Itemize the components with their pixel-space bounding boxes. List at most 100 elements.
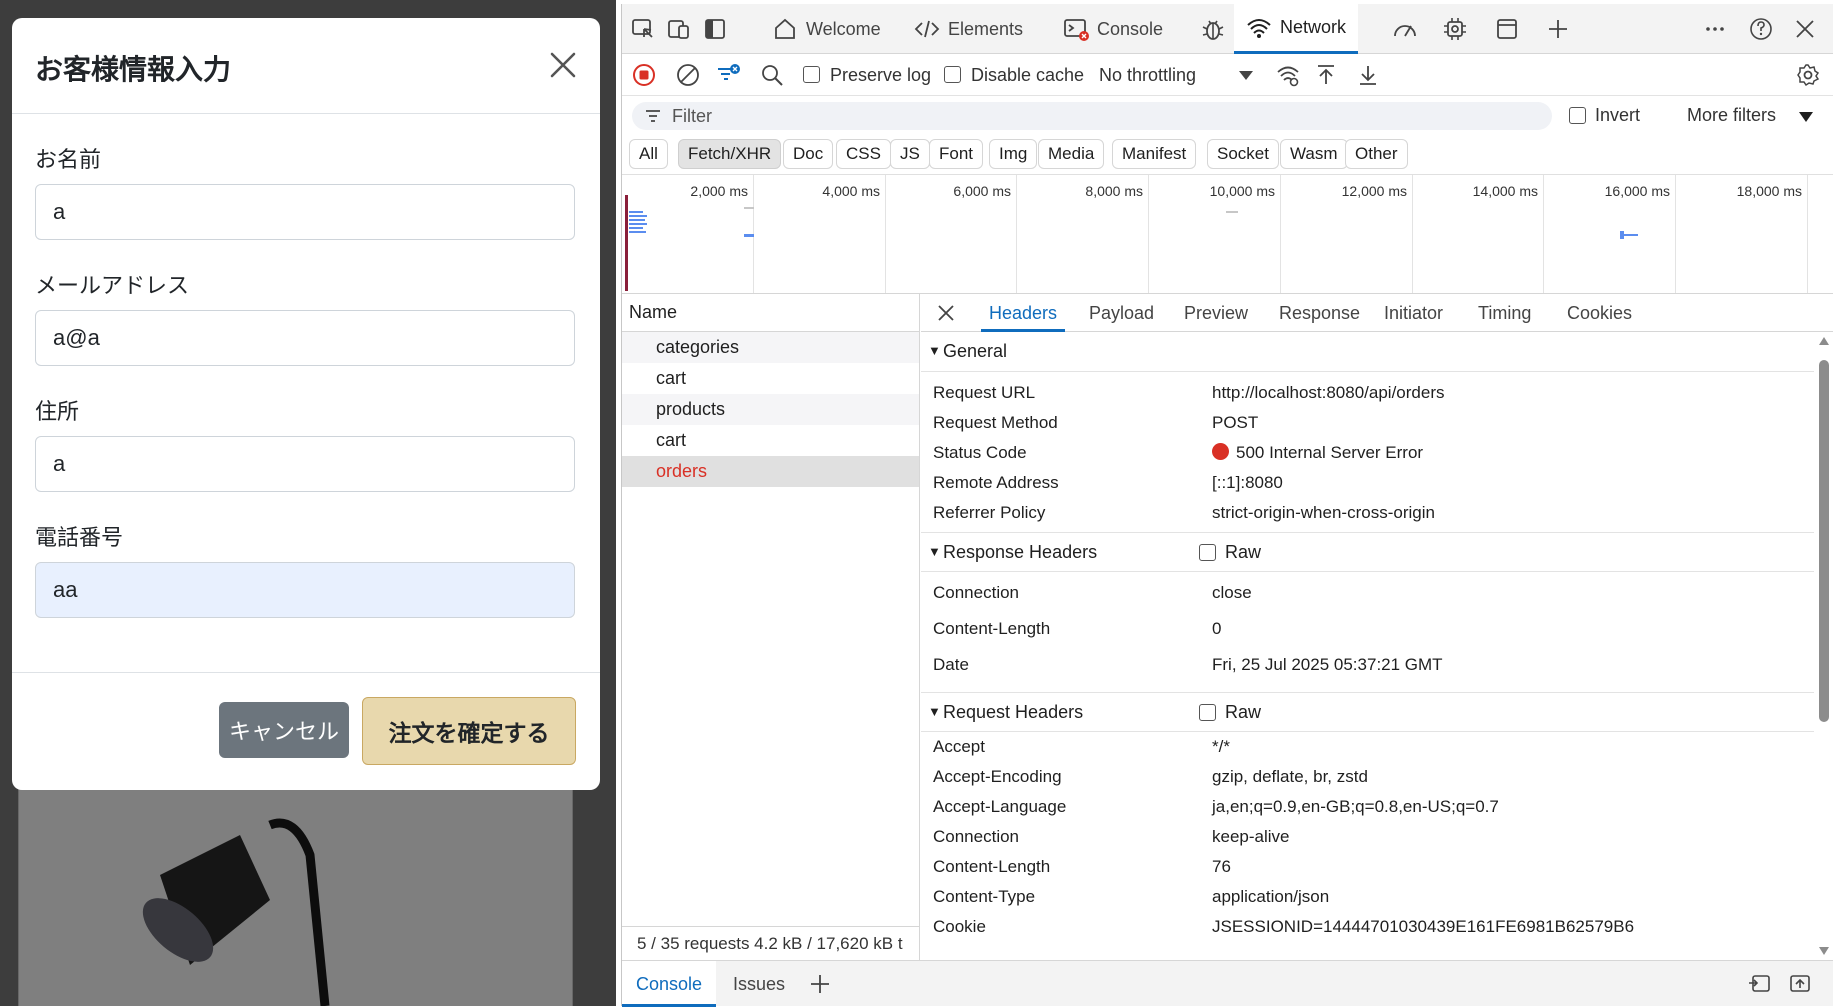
add-tab-icon[interactable] [1545,16,1571,42]
raw-checkbox[interactable] [1199,543,1216,561]
type-img[interactable]: Img [989,139,1038,169]
requests-summary: 5 / 35 requests 4.2 kB / 17,620 kB t [622,926,920,960]
type-doc[interactable]: Doc [783,139,834,169]
header-value: application/json [1212,887,1330,906]
network-conditions-icon[interactable] [1276,63,1300,87]
drawer-tab-console[interactable]: Console [622,961,717,1007]
header-key: Connection [933,827,1020,846]
phone-field[interactable] [35,562,575,618]
more-options-icon[interactable] [1702,16,1728,42]
type-all[interactable]: All [629,139,668,169]
scroll-up-icon[interactable] [1818,336,1830,346]
search-icon[interactable] [760,63,784,87]
performance-icon[interactable] [1392,16,1418,42]
close-icon[interactable] [937,304,955,322]
throttling-select[interactable]: No throttling [1099,65,1196,86]
type-font[interactable]: Font [929,139,984,169]
tab-payload[interactable]: Payload [1089,294,1154,332]
gear-icon[interactable] [1796,63,1820,87]
header-key: Referrer Policy [933,503,1046,522]
email-field[interactable] [35,310,575,366]
header-key: Accept-Encoding [933,767,1062,786]
network-toolbar: Preserve log Disable cache No throttling [622,54,1833,96]
request-headers-title: Request Headers [943,702,1084,722]
request-row-products[interactable]: products [622,394,919,425]
type-other[interactable]: Other [1345,139,1408,169]
scrollbar-thumb[interactable] [1819,360,1829,722]
request-row-cart[interactable]: cart [622,425,919,456]
device-emulation-icon[interactable] [666,16,692,42]
header-row: Status Code 500 Internal Server Error [921,438,1833,468]
tab-console-label: Console [1097,18,1164,39]
tab-network[interactable]: Network [1234,4,1359,54]
close-devtools-icon[interactable] [1792,16,1818,42]
bug-icon[interactable] [1200,16,1226,42]
triangle-down-icon: ▼ [928,544,941,559]
general-section-header[interactable]: ▼ General [921,332,1833,372]
type-media[interactable]: Media [1038,139,1105,169]
clear-icon[interactable] [676,63,700,87]
tab-initiator[interactable]: Initiator [1384,294,1443,332]
add-tab-icon[interactable] [809,973,831,995]
preserve-log-checkbox[interactable] [803,66,820,83]
more-filters-dropdown[interactable]: More filters [1687,105,1776,126]
tab-console[interactable]: Console [1063,4,1163,54]
type-js[interactable]: JS [890,139,930,169]
dock-drawer-icon[interactable] [1748,973,1772,995]
header-row: Remote Address [::1]:8080 [921,468,1833,498]
tab-cookies[interactable]: Cookies [1567,294,1632,332]
memory-icon[interactable] [1442,16,1468,42]
response-headers-section-header[interactable]: ▼ Response Headers Raw [921,532,1833,572]
confirm-order-button[interactable]: 注文を確定する [362,697,576,765]
close-icon[interactable] [546,48,580,82]
type-wasm[interactable]: Wasm [1280,139,1348,169]
tab-elements[interactable]: Elements [914,4,1023,54]
request-row-orders[interactable]: orders [622,456,919,487]
raw-checkbox[interactable] [1199,703,1216,721]
raw-toggle[interactable]: Raw [1199,693,1261,731]
filter-input[interactable]: Filter [632,102,1552,130]
cancel-button[interactable]: キャンセル [219,702,349,758]
header-row: Content-Length 76 [921,852,1833,882]
import-har-icon[interactable] [1314,63,1338,87]
header-key: Cookie [933,917,986,936]
details-scrollbar[interactable] [1814,332,1833,960]
tab-response[interactable]: Response [1279,294,1360,332]
scroll-down-icon[interactable] [1818,946,1830,956]
header-key: Date [933,655,969,674]
tab-preview[interactable]: Preview [1184,294,1248,332]
expand-drawer-icon[interactable] [1788,973,1812,995]
address-field[interactable] [35,436,575,492]
inspect-element-icon[interactable] [630,16,656,42]
tab-welcome[interactable]: Welcome [772,4,881,54]
invert-checkbox[interactable] [1569,107,1586,124]
header-key: Content-Length [933,857,1051,876]
request-headers-section-header[interactable]: ▼ Request Headers Raw [921,692,1833,732]
disable-cache-checkbox[interactable] [944,66,961,83]
chevron-down-icon[interactable] [1798,110,1814,124]
raw-toggle[interactable]: Raw [1199,533,1261,571]
header-row: Accept-Language ja,en;q=0.9,en-GB;q=0.8,e… [921,792,1833,822]
dock-side-icon[interactable] [702,16,728,42]
type-fetch-xhr[interactable]: Fetch/XHR [678,139,782,169]
tab-headers[interactable]: Headers [981,294,1066,332]
name-field[interactable] [35,184,575,240]
header-row: Request URL http://localhost:8080/api/ord… [921,378,1833,408]
tab-timing[interactable]: Timing [1478,294,1531,332]
type-css[interactable]: CSS [836,139,891,169]
application-icon[interactable] [1494,16,1520,42]
request-row-cart[interactable]: cart [622,363,919,394]
name-column-header[interactable]: Name [622,294,919,332]
type-manifest[interactable]: Manifest [1112,139,1197,169]
request-row-categories[interactable]: categories [622,332,919,363]
export-har-icon[interactable] [1356,63,1380,87]
type-socket[interactable]: Socket [1207,139,1279,169]
drawer-tab-issues[interactable]: Issues [733,961,785,1007]
record-stop-icon[interactable] [632,63,656,87]
filter-active-icon[interactable] [716,63,740,87]
header-value: */* [1212,737,1230,756]
network-overview-timeline[interactable]: 2,000 ms 4,000 ms 6,000 ms 8,000 ms 10,0… [622,174,1833,294]
header-value: POST [1212,413,1259,432]
help-icon[interactable] [1748,16,1774,42]
chevron-down-icon[interactable] [1234,63,1258,87]
